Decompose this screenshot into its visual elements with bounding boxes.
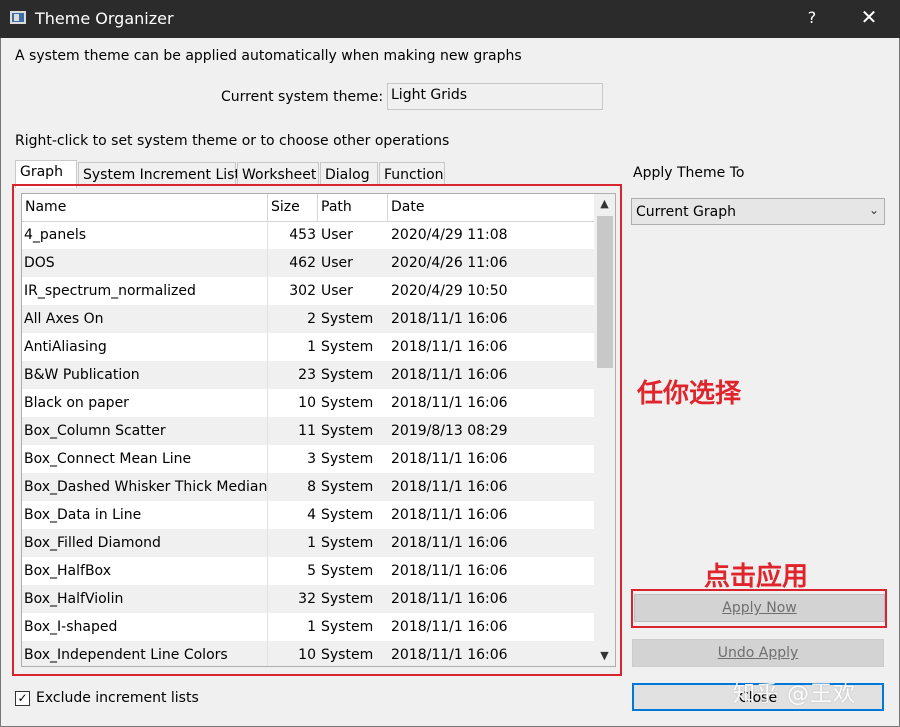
apply-theme-to-select[interactable]: Current Graph ⌄: [631, 198, 885, 225]
annotation-choose: 任你选择: [637, 379, 742, 409]
chevron-down-icon: ⌄: [868, 203, 879, 217]
highlight-frame-list: [12, 184, 622, 676]
current-theme-label: Current system theme:: [221, 89, 384, 105]
tab-worksheet[interactable]: Worksheet: [237, 162, 319, 186]
watermark: 知乎 @王欢: [733, 682, 856, 707]
tab-dialog[interactable]: Dialog: [320, 162, 378, 186]
apply-theme-to-label: Apply Theme To: [633, 165, 745, 181]
current-theme-value: Light Grids: [391, 87, 468, 103]
help-icon[interactable]: ?: [800, 8, 824, 27]
app-window-icon: [10, 11, 26, 24]
window-title: Theme Organizer: [35, 9, 174, 28]
current-theme-field: Light Grids: [387, 83, 603, 110]
undo-apply-button[interactable]: Undo Apply: [632, 639, 884, 667]
title-bar: Theme Organizer ? ✕: [0, 0, 900, 38]
tab-function[interactable]: Function: [379, 162, 445, 186]
annotation-click-apply: 点击应用: [704, 562, 809, 592]
info-text: A system theme can be applied automatica…: [15, 48, 522, 64]
instruction-text: Right-click to set system theme or to ch…: [15, 133, 450, 149]
tab-system-increment-lists[interactable]: System Increment Lists: [78, 162, 247, 186]
exclude-increment-checkbox[interactable]: ✓: [15, 691, 30, 706]
apply-theme-to-value: Current Graph: [636, 204, 736, 220]
close-icon[interactable]: ✕: [855, 5, 883, 29]
exclude-increment-label: Exclude increment lists: [36, 690, 199, 706]
highlight-frame-apply: [631, 589, 887, 628]
